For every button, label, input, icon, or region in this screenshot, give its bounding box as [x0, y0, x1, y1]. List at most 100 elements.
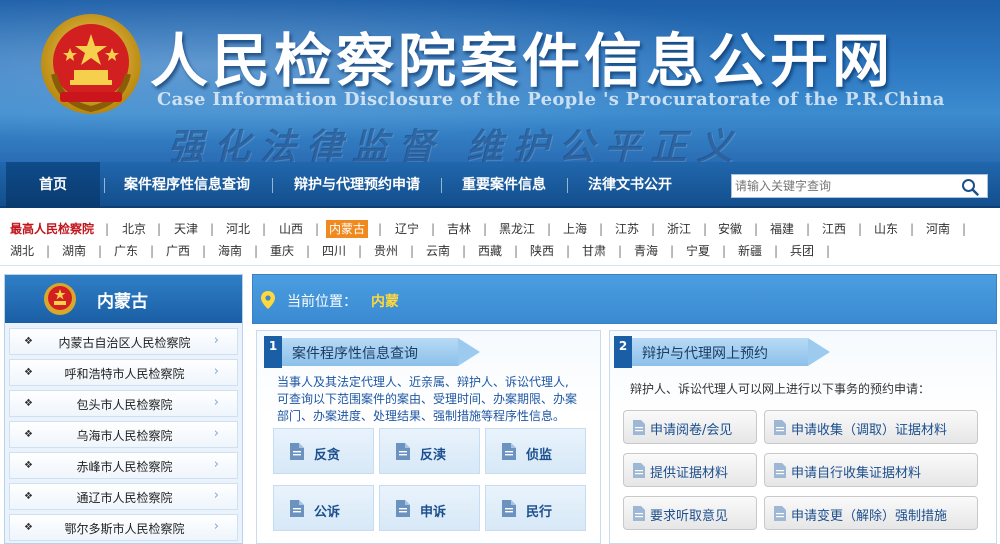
- region-link[interactable]: 四川: [322, 242, 346, 260]
- region-link[interactable]: 宁夏: [686, 242, 710, 260]
- document-icon: [774, 420, 786, 435]
- breadcrumb-current: 内蒙: [371, 294, 399, 310]
- document-icon: [774, 506, 786, 521]
- panel-number: 2: [614, 336, 632, 368]
- region-link[interactable]: 甘肃: [582, 242, 606, 260]
- breadcrumb: 当前位置： 内蒙: [252, 274, 997, 324]
- region-separator: |: [483, 222, 488, 236]
- region-link[interactable]: 广东: [114, 242, 138, 260]
- region-link[interactable]: 湖南: [62, 242, 86, 260]
- region-link[interactable]: 上海: [563, 220, 587, 238]
- sidebar-item[interactable]: ❖ 乌海市人民检察院 ›: [9, 421, 238, 448]
- button-label: 申请变更（解除）强制措施: [791, 509, 948, 524]
- document-icon: [290, 443, 304, 460]
- region-link[interactable]: 河南: [926, 220, 950, 238]
- region-link[interactable]: 山西: [279, 220, 303, 238]
- sidebar-item-label: 乌海市人民检察院: [76, 429, 173, 443]
- region-link[interactable]: 安徽: [718, 220, 742, 238]
- region-link[interactable]: 浙江: [667, 220, 691, 238]
- category-label: 民行: [526, 505, 553, 520]
- nav-case-procedure-query[interactable]: 案件程序性信息查询: [112, 162, 262, 208]
- sidebar: 内蒙古 ❖ 内蒙古自治区人民检察院 › ❖ 呼和浩特市人民检察院 › ❖ 包头市…: [4, 274, 243, 544]
- sidebar-item[interactable]: ❖ 通辽市人民检察院 ›: [9, 483, 238, 510]
- region-link[interactable]: 新疆: [738, 242, 762, 260]
- category-label: 公诉: [314, 505, 341, 520]
- region-link[interactable]: 山东: [874, 220, 898, 238]
- region-separator: |: [670, 244, 675, 258]
- category-button-public-prosecution[interactable]: 公诉: [273, 485, 374, 531]
- chevron-right-icon: ›: [213, 333, 219, 348]
- region-link[interactable]: 江西: [822, 220, 846, 238]
- apply-change-measures-button[interactable]: 申请变更（解除）强制措施: [764, 496, 978, 530]
- region-separator: |: [378, 222, 383, 236]
- region-link[interactable]: 辽宁: [395, 220, 419, 238]
- region-separator: |: [46, 244, 51, 258]
- region-link[interactable]: 海南: [218, 242, 242, 260]
- region-bar: 最高人民检察院 | 北京 | 天津 | 河北 | 山西 | 内蒙古 | 辽宁 |…: [0, 210, 1000, 266]
- panel-number: 1: [264, 336, 282, 368]
- sidebar-item-label: 包头市人民检察院: [76, 398, 173, 412]
- panel-description: 当事人及其法定代理人、近亲属、辩护人、诉讼代理人, 可查询以下范围案件的案由、受…: [277, 374, 597, 425]
- category-button-investigation-supervision[interactable]: 侦监: [485, 428, 586, 474]
- category-button-appeal[interactable]: 申诉: [379, 485, 480, 531]
- sidebar-item[interactable]: ❖ 鄂尔多斯市人民检察院 ›: [9, 514, 238, 541]
- region-separator: |: [722, 244, 727, 258]
- region-separator: |: [826, 244, 831, 258]
- region-link[interactable]: 兵团: [790, 242, 814, 260]
- sidebar-header: 内蒙古: [5, 275, 242, 323]
- panel-tab-body: 案件程序性信息查询: [282, 338, 458, 366]
- region-link[interactable]: 河北: [226, 220, 250, 238]
- region-link[interactable]: 福建: [770, 220, 794, 238]
- sidebar-item-label: 呼和浩特市人民检察院: [64, 367, 185, 381]
- sidebar-title: 内蒙古: [97, 292, 148, 312]
- nav-divider: [567, 178, 568, 193]
- region-link[interactable]: 吉林: [447, 220, 471, 238]
- category-button-civil-administrative[interactable]: 民行: [485, 485, 586, 531]
- region-link[interactable]: 江苏: [615, 220, 639, 238]
- apply-file-review-button[interactable]: 申请阅卷/会见: [623, 410, 757, 444]
- document-icon: [633, 420, 645, 435]
- search-icon[interactable]: [961, 178, 979, 196]
- region-link[interactable]: 陕西: [530, 242, 554, 260]
- provide-evidence-button[interactable]: 提供证据材料: [623, 453, 757, 487]
- nav-legal-documents[interactable]: 法律文书公开: [577, 162, 683, 208]
- region-link[interactable]: 贵州: [374, 242, 398, 260]
- region-link[interactable]: 云南: [426, 242, 450, 260]
- panel-tab: 1 案件程序性信息查询: [264, 336, 484, 368]
- region-link[interactable]: 北京: [122, 220, 146, 238]
- region-separator: |: [306, 244, 311, 258]
- apply-self-collect-evidence-button[interactable]: 申请自行收集证据材料: [764, 453, 978, 487]
- defense-appointment-panel: 2 辩护与代理网上预约 辩护人、诉讼代理人可以网上进行以下事务的预约申请： 申请…: [609, 330, 997, 544]
- region-link[interactable]: 湖北: [10, 242, 34, 260]
- breadcrumb-label: 当前位置：: [287, 294, 357, 310]
- region-separator: |: [462, 244, 467, 258]
- nav-home[interactable]: 首页: [6, 162, 100, 208]
- nav-defense-appointment[interactable]: 辩护与代理预约申请: [282, 162, 432, 208]
- search-input[interactable]: [732, 175, 957, 197]
- region-link[interactable]: 最高人民检察院: [10, 220, 94, 238]
- nav-important-cases[interactable]: 重要案件信息: [451, 162, 557, 208]
- category-label: 申诉: [420, 505, 447, 520]
- region-link[interactable]: 西藏: [478, 242, 502, 260]
- sidebar-item[interactable]: ❖ 赤峰市人民检察院 ›: [9, 452, 238, 479]
- sidebar-item[interactable]: ❖ 呼和浩特市人民检察院 ›: [9, 359, 238, 386]
- category-label: 反贪: [314, 448, 341, 463]
- region-link[interactable]: 青海: [634, 242, 658, 260]
- region-separator: |: [431, 222, 436, 236]
- region-link[interactable]: 广西: [166, 242, 190, 260]
- region-separator: |: [150, 244, 155, 258]
- region-separator: |: [754, 222, 759, 236]
- document-icon: [774, 463, 786, 478]
- request-hearing-button[interactable]: 要求听取意见: [623, 496, 757, 530]
- region-link[interactable]: 天津: [174, 220, 198, 238]
- region-separator: |: [210, 222, 215, 236]
- region-separator: |: [547, 222, 552, 236]
- sidebar-item[interactable]: ❖ 内蒙古自治区人民检察院 ›: [9, 328, 238, 355]
- category-button-anti-corruption[interactable]: 反贪: [273, 428, 374, 474]
- category-button-anti-malfeasance[interactable]: 反渎: [379, 428, 480, 474]
- region-link[interactable]: 重庆: [270, 242, 294, 260]
- apply-collect-evidence-button[interactable]: 申请收集（调取）证据材料: [764, 410, 978, 444]
- sidebar-item[interactable]: ❖ 包头市人民检察院 ›: [9, 390, 238, 417]
- region-link[interactable]: 黑龙江: [499, 220, 535, 238]
- region-link-selected[interactable]: 内蒙古: [326, 220, 369, 238]
